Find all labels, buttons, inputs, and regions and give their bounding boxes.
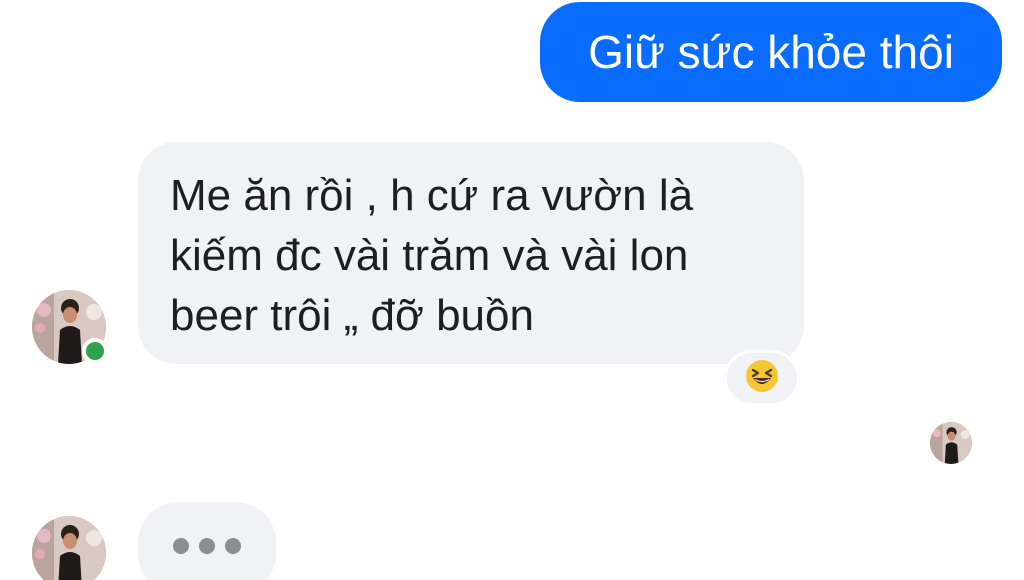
sent-message-text: Giữ sức khỏe thôi bbox=[588, 26, 954, 78]
received-message-line: kiếm đc vài trăm và vài lon bbox=[170, 231, 689, 280]
contact-avatar[interactable] bbox=[32, 516, 106, 580]
received-message-line: Me ăn rồi , h cứ ra vườn là bbox=[170, 171, 694, 220]
message-reaction[interactable] bbox=[724, 350, 800, 406]
sent-message-bubble[interactable]: Giữ sức khỏe thôi bbox=[540, 2, 1002, 102]
chat-thread: Giữ sức khỏe thôi Me ăn rồi , h cứ ra vư… bbox=[0, 0, 1024, 580]
typing-dot bbox=[173, 538, 189, 554]
seen-receipt-avatar bbox=[930, 422, 972, 464]
laughing-emoji-icon bbox=[745, 359, 779, 398]
received-message-bubble[interactable]: Me ăn rồi , h cứ ra vườn là kiếm đc vài … bbox=[138, 142, 804, 364]
typing-indicator bbox=[138, 502, 276, 580]
received-message-line: beer trôi „ đỡ buồn bbox=[170, 291, 534, 340]
online-status-indicator bbox=[82, 338, 108, 364]
typing-dot bbox=[199, 538, 215, 554]
typing-dot bbox=[225, 538, 241, 554]
